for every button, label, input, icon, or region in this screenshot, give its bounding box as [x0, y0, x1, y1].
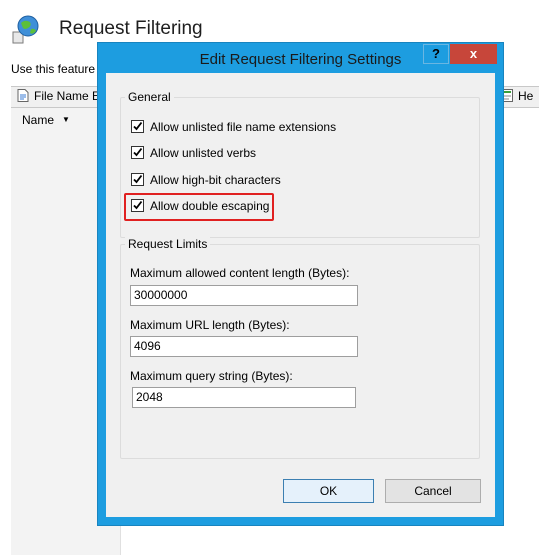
max-url-length-field[interactable]: 4096 — [130, 336, 358, 357]
request-limits-group: Request Limits Maximum allowed content l… — [120, 237, 480, 459]
request-limits-group-label: Request Limits — [125, 237, 211, 251]
checkbox-checked-icon — [131, 146, 144, 159]
page-title: Request Filtering — [59, 18, 203, 39]
close-button[interactable]: x — [450, 44, 497, 64]
checkbox-checked-icon — [131, 120, 144, 133]
checkbox-checked-icon — [131, 173, 144, 186]
general-group: General Allow unlisted file name extensi… — [120, 90, 480, 238]
checkbox-checked-icon — [131, 199, 144, 212]
globe-icon — [11, 14, 41, 44]
max-content-length-label: Maximum allowed content length (Bytes): — [130, 266, 350, 280]
max-query-string-label: Maximum query string (Bytes): — [130, 369, 293, 383]
cancel-button[interactable]: Cancel — [385, 479, 481, 503]
tab-headers[interactable]: He — [501, 89, 533, 103]
dialog-body: General Allow unlisted file name extensi… — [106, 73, 495, 517]
max-query-string-field[interactable]: 2048 — [132, 387, 356, 408]
tab-file-name-extensions[interactable]: File Name E — [17, 89, 100, 103]
general-group-label: General — [125, 90, 174, 104]
page-description: Use this feature t — [11, 62, 102, 76]
ok-button[interactable]: OK — [283, 479, 374, 503]
column-name-label: Name — [22, 113, 55, 127]
help-button[interactable]: ? — [423, 44, 449, 64]
allow-unlisted-extensions-label: Allow unlisted file name extensions — [150, 120, 337, 134]
allow-unlisted-verbs-label: Allow unlisted verbs — [150, 146, 257, 160]
allow-high-bit-label: Allow high-bit characters — [150, 173, 281, 187]
allow-double-escaping-label: Allow double escaping — [150, 199, 270, 213]
sort-down-icon: ▼ — [62, 115, 70, 124]
edit-request-filtering-dialog: Edit Request Filtering Settings ? x Gene… — [98, 43, 503, 525]
max-content-length-field[interactable]: 30000000 — [130, 285, 358, 306]
document-icon — [17, 89, 29, 102]
tab-file-name-label: File Name E — [34, 89, 101, 103]
column-header-name[interactable]: Name ▼ — [22, 113, 70, 127]
max-url-length-label: Maximum URL length (Bytes): — [130, 318, 290, 332]
tab-headers-label: He — [518, 89, 534, 103]
